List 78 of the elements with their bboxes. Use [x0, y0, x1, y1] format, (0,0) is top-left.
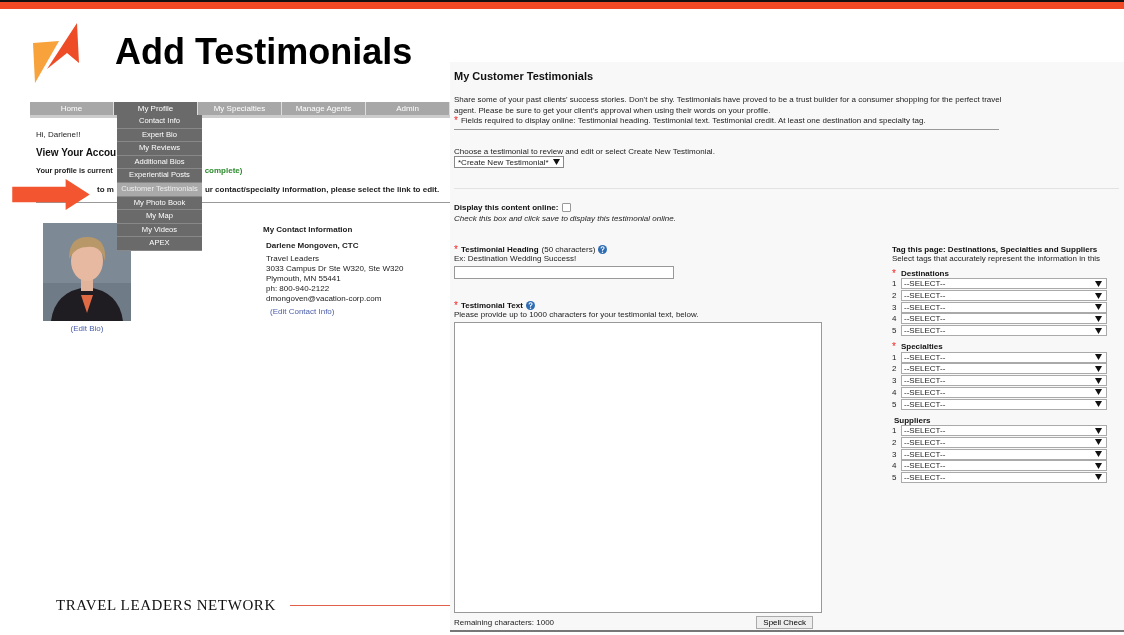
- group-title: Destinations: [900, 269, 949, 278]
- display-checkbox[interactable]: [562, 203, 572, 212]
- tags-heading: Tag this page: Destinations, Specialties and Suppliers: [892, 245, 1099, 254]
- slide-title: Add Testimonials: [115, 31, 413, 73]
- greeting-text: Hi, Darlene!!: [36, 130, 81, 139]
- agent-name: Darlene Mongoven, CTC: [266, 241, 360, 250]
- field-hint: Please provide up to 1000 characters for your testimonial text, below.: [454, 310, 700, 319]
- instruction-text: ur contact/specialty information, please select the link to edit.: [204, 185, 440, 194]
- contact-line: Plymouth, MN 55441: [266, 274, 342, 283]
- arrow-icon: [12, 179, 90, 210]
- required-mark: *: [454, 116, 458, 125]
- tag-select[interactable]: --SELECT--: [901, 325, 1107, 337]
- edit-bio-link[interactable]: (Edit Bio): [70, 324, 104, 333]
- contact-line: Travel Leaders: [266, 254, 321, 263]
- row-number: 4: [892, 387, 898, 397]
- field-label: Testimonial Text: [460, 301, 523, 310]
- remaining-characters: Remaining characters: 1000: [454, 618, 555, 627]
- required-mark: *: [892, 269, 896, 278]
- instruction-text: to m: [97, 185, 114, 194]
- required-mark: *: [454, 301, 458, 310]
- required-mark: *: [454, 245, 458, 254]
- tags-subtitle: Select tags that accurately represent the information in this: [892, 254, 1102, 263]
- contact-line: ph: 800-940-2122: [266, 284, 331, 293]
- tag-select[interactable]: --SELECT--: [901, 278, 1107, 290]
- tag-select[interactable]: --SELECT--: [901, 448, 1107, 460]
- display-hint: Check this box and click save to display this testimonial online.: [454, 214, 677, 223]
- tag-select[interactable]: --SELECT--: [901, 313, 1107, 325]
- row-number: 4: [892, 314, 898, 324]
- row-number: 1: [892, 426, 898, 436]
- tag-select[interactable]: --SELECT--: [901, 386, 1107, 398]
- tag-select[interactable]: --SELECT--: [901, 460, 1107, 472]
- completion-text: complete): [204, 166, 243, 175]
- row-number: 5: [892, 399, 898, 409]
- contact-line: 3033 Campus Dr Ste W320, Ste W320: [266, 264, 404, 273]
- account-heading: View Your Accou: [36, 147, 117, 158]
- contact-line: dmongoven@vacation-corp.com: [266, 294, 383, 303]
- tag-select[interactable]: --SELECT--: [901, 436, 1107, 448]
- row-number: 2: [892, 364, 898, 374]
- tag-select[interactable]: --SELECT--: [901, 471, 1107, 483]
- tag-select[interactable]: --SELECT--: [901, 363, 1107, 375]
- required-note: Fields required to display online: Testimonial heading. Testimonial text. Testimonial credit. At least one destination and specialty tag.: [460, 116, 926, 125]
- row-number: 1: [892, 279, 898, 289]
- tag-select[interactable]: --SELECT--: [901, 301, 1107, 313]
- tag-select[interactable]: --SELECT--: [901, 351, 1107, 363]
- contact-heading: My Contact Information: [263, 225, 354, 234]
- field-label: Testimonial Heading: [460, 245, 539, 254]
- nav-tab[interactable]: My Profile: [114, 102, 198, 115]
- page-heading: My Customer Testimonials: [454, 70, 595, 82]
- testimonial-select[interactable]: *Create New Testimonial*: [454, 156, 564, 168]
- heading-input[interactable]: [454, 266, 674, 279]
- display-label: Display this content online:: [454, 203, 559, 212]
- help-icon[interactable]: [525, 301, 535, 310]
- character-limit: (50 characters): [541, 245, 596, 254]
- edit-contact-link[interactable]: (Edit Contact Info): [270, 307, 404, 316]
- tag-select[interactable]: --SELECT--: [901, 375, 1107, 387]
- row-number: 4: [892, 461, 898, 471]
- tag-select[interactable]: --SELECT--: [901, 398, 1107, 410]
- choose-label: Choose a testimonial to review and edit or select Create New Testimonial.: [454, 147, 716, 156]
- row-number: 1: [892, 352, 898, 362]
- example-text: Ex: Destination Wedding Success!: [454, 254, 578, 263]
- row-number: 5: [892, 326, 898, 336]
- tag-select[interactable]: --SELECT--: [901, 425, 1107, 437]
- row-number: 2: [892, 291, 898, 301]
- group-title: Specialties: [900, 342, 943, 352]
- spell-check-button[interactable]: Spell Check: [756, 616, 813, 629]
- description-text: Share some of your past clients' success stories. Don't be shy. Testimonials have proved to be a trust builder for a consumer shopping for the perfect travel agent. Please be sure to get your client's approval when using their words on your profile.: [454, 94, 1003, 116]
- row-number: 3: [892, 302, 898, 312]
- row-number: 5: [892, 472, 898, 482]
- group-title: Suppliers: [894, 415, 931, 425]
- row-number: 3: [892, 449, 898, 459]
- row-number: 2: [892, 437, 898, 447]
- logo-icon: [33, 23, 79, 85]
- help-icon[interactable]: [598, 245, 608, 254]
- row-number: 3: [892, 376, 898, 386]
- required-mark: *: [892, 342, 896, 352]
- brand-name: TRAVEL LEADERS NETWORK: [56, 597, 276, 614]
- tag-select[interactable]: --SELECT--: [901, 290, 1107, 302]
- caret-icon: [552, 159, 560, 165]
